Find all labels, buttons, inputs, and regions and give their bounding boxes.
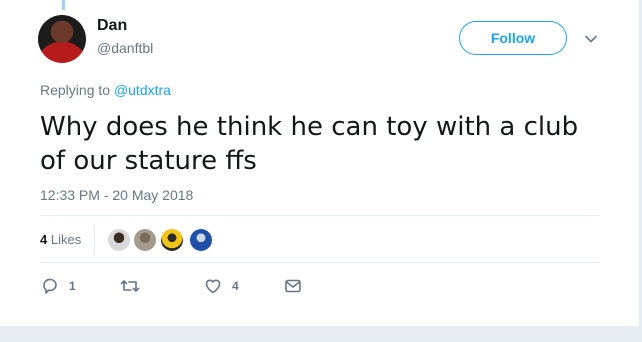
tweet-timestamp[interactable]: 12:33 PM - 20 May 2018 [40,187,193,203]
tweet-bottom-border [0,326,642,342]
avatar[interactable] [38,15,86,63]
thread-connector-line [62,0,65,10]
retweet-icon [119,276,141,296]
likes-stat[interactable]: 4 Likes [40,232,81,247]
user-handle[interactable]: @danftbl [97,40,153,56]
likes-label: Likes [50,232,82,247]
retweet-button[interactable] [119,276,150,296]
direct-message-button[interactable] [283,276,303,296]
reply-count: 1 [69,279,76,293]
liker-avatar[interactable] [161,229,183,251]
reply-button[interactable]: 1 [40,276,76,296]
chevron-down-icon[interactable] [583,31,599,47]
divider [40,215,600,216]
envelope-icon [283,276,303,296]
like-count: 4 [232,279,239,293]
likers-divider [94,226,95,254]
like-button[interactable]: 4 [203,276,239,296]
liker-avatar[interactable] [134,229,156,251]
divider [40,262,600,263]
follow-button[interactable]: Follow [459,21,567,55]
reply-mention-link[interactable]: @utdxtra [114,82,171,98]
replying-to-label: Replying to [40,82,114,98]
reply-icon [40,276,60,296]
tweet-text: Why does he think he can toy with a club… [40,112,579,176]
display-name[interactable]: Dan [97,17,127,35]
likes-count: 4 [40,232,48,247]
liker-avatar[interactable] [108,229,130,251]
liker-avatar[interactable] [190,229,212,251]
heart-icon [203,276,223,296]
replying-to: Replying to @utdxtra [40,82,171,98]
